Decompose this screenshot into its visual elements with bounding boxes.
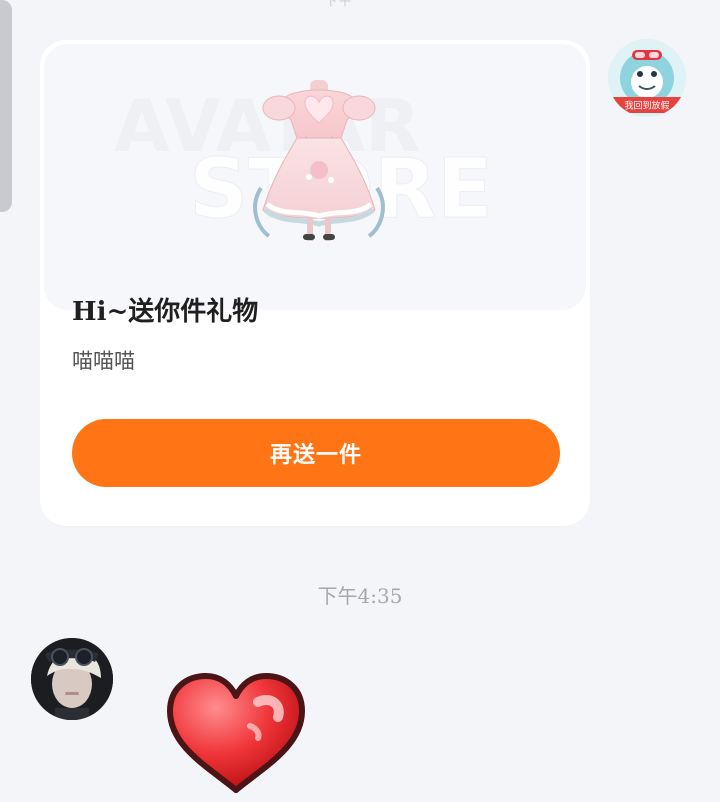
right-avatar-caption: 我回到放假 <box>624 100 669 112</box>
top-time-fragment: 下午 <box>324 0 353 8</box>
dress-gift-image <box>253 80 385 241</box>
right-user-avatar[interactable]: 我回到放假 <box>608 39 686 117</box>
gift-message-card[interactable]: AVATAR STORE <box>40 40 590 526</box>
left-user-avatar[interactable] <box>31 638 113 720</box>
heart-sticker[interactable] <box>162 672 310 796</box>
gift-title: Hi~送你件礼物 <box>72 297 259 327</box>
right-avatar-image: 我回到放假 <box>608 39 686 117</box>
gift-image-area: AVATAR STORE <box>44 44 586 310</box>
left-avatar-image <box>31 638 113 720</box>
message-timestamp: 下午4:35 <box>317 584 403 608</box>
chat-page: 下午 AVATAR STORE <box>0 0 720 802</box>
scrollbar[interactable] <box>0 0 12 212</box>
gift-subtitle: 喵喵喵 <box>72 349 135 373</box>
resend-gift-button[interactable]: 再送一件 <box>72 419 560 487</box>
